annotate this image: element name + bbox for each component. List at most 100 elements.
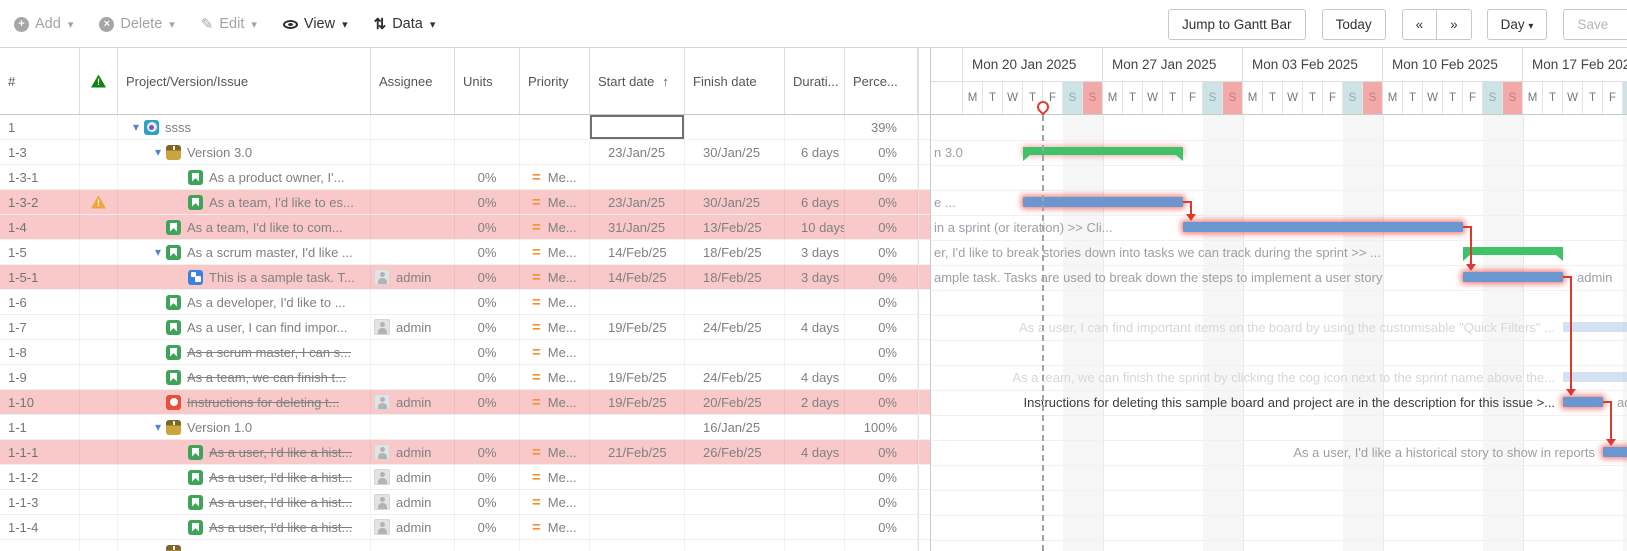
cell-issue[interactable]: As a user, I'd like a hist... bbox=[118, 465, 371, 489]
column-header-warn[interactable]: ! bbox=[80, 48, 118, 114]
cell-issue[interactable]: As a user, I'd like a hist... bbox=[118, 515, 371, 539]
cell-start-date[interactable] bbox=[590, 340, 685, 364]
gantt-task-bar[interactable] bbox=[1023, 197, 1183, 207]
cell-row-number[interactable]: 1-9 bbox=[0, 365, 80, 389]
cell-duration[interactable] bbox=[785, 290, 845, 314]
table-row-1-7[interactable]: 1-7As a user, I can find impor...admin0%… bbox=[0, 315, 930, 340]
cell-duration[interactable]: 3 days bbox=[785, 240, 845, 264]
cell-start-date[interactable] bbox=[590, 115, 685, 139]
cell-units[interactable]: 0% bbox=[455, 465, 520, 489]
cell-row-number[interactable]: 1-1-3 bbox=[0, 490, 80, 514]
cell-warning[interactable] bbox=[80, 165, 118, 189]
cell-units[interactable]: 0% bbox=[455, 165, 520, 189]
cell-warning[interactable] bbox=[80, 540, 118, 551]
cell-issue[interactable]: ▾Version 3.0 bbox=[118, 140, 371, 164]
gantt-task-bar[interactable] bbox=[1183, 222, 1463, 232]
column-header-num[interactable]: # bbox=[0, 48, 80, 114]
button--[interactable]: « bbox=[1402, 9, 1438, 40]
cell-duration[interactable]: 6 days bbox=[785, 190, 845, 214]
table-row-1-3-2[interactable]: 1-3-2!As a team, I'd like to es...0%Me..… bbox=[0, 190, 930, 215]
column-header-percent[interactable]: Perce... bbox=[845, 48, 918, 114]
tree-collapse-icon[interactable]: ▾ bbox=[155, 145, 161, 159]
button--[interactable]: » bbox=[1436, 9, 1472, 40]
cell-priority[interactable]: Me... bbox=[520, 465, 590, 489]
cell-duration[interactable]: 4 days bbox=[785, 315, 845, 339]
cell-priority[interactable]: Me... bbox=[520, 190, 590, 214]
cell-units[interactable]: 0% bbox=[455, 315, 520, 339]
cell-issue[interactable]: As a team, I'd like to com... bbox=[118, 215, 371, 239]
cell-percent[interactable]: 0% bbox=[845, 490, 918, 514]
cell-percent[interactable]: 0% bbox=[845, 365, 918, 389]
table-row-1-4[interactable]: 1-4As a team, I'd like to com...0%Me...3… bbox=[0, 215, 930, 240]
cell-row-number[interactable]: 1-3-2 bbox=[0, 190, 80, 214]
gantt-task-bar[interactable] bbox=[1603, 447, 1627, 457]
cell-assignee[interactable] bbox=[371, 140, 455, 164]
table-row-1-3-1[interactable]: 1-3-1As a product owner, I'...0%Me...0% bbox=[0, 165, 930, 190]
cell-percent[interactable]: 0% bbox=[845, 215, 918, 239]
cell-assignee[interactable]: admin bbox=[371, 265, 455, 289]
cell-duration[interactable] bbox=[785, 490, 845, 514]
cell-percent[interactable]: 39% bbox=[845, 115, 918, 139]
cell-duration[interactable]: 4 days bbox=[785, 440, 845, 464]
cell-issue[interactable]: As a user, I'd like a hist... bbox=[118, 490, 371, 514]
cell-finish-date[interactable] bbox=[685, 515, 785, 539]
cell-assignee[interactable] bbox=[371, 190, 455, 214]
cell-finish-date[interactable]: 13/Feb/25 bbox=[685, 215, 785, 239]
cell-warning[interactable] bbox=[80, 315, 118, 339]
table-row-1[interactable]: 1▾ssss39% bbox=[0, 115, 930, 140]
cell-issue[interactable]: As a product owner, I'... bbox=[118, 165, 371, 189]
cell-issue[interactable]: This is a sample task. T... bbox=[118, 265, 371, 289]
table-row-1-1-2[interactable]: 1-1-2As a user, I'd like a hist...admin0… bbox=[0, 465, 930, 490]
cell-units[interactable] bbox=[455, 415, 520, 439]
table-row-1-3[interactable]: 1-3▾Version 3.023/Jan/2530/Jan/256 days0… bbox=[0, 140, 930, 165]
cell-row-number[interactable]: 1-3 bbox=[0, 140, 80, 164]
cell-percent[interactable]: 0% bbox=[845, 165, 918, 189]
cell-assignee[interactable]: admin bbox=[371, 440, 455, 464]
cell-percent[interactable] bbox=[845, 540, 918, 551]
cell-percent[interactable]: 0% bbox=[845, 290, 918, 314]
table-row-partial[interactable] bbox=[0, 540, 930, 551]
table-row-1-1-1[interactable]: 1-1-1As a user, I'd like a hist...admin0… bbox=[0, 440, 930, 465]
cell-finish-date[interactable] bbox=[685, 340, 785, 364]
cell-finish-date[interactable]: 18/Feb/25 bbox=[685, 265, 785, 289]
cell-assignee[interactable] bbox=[371, 215, 455, 239]
cell-duration[interactable] bbox=[785, 340, 845, 364]
cell-issue[interactable]: Instructions for deleting t... bbox=[118, 390, 371, 414]
tree-collapse-icon[interactable]: ▾ bbox=[133, 120, 139, 134]
cell-start-date[interactable]: 19/Feb/25 bbox=[590, 390, 685, 414]
cell-row-number[interactable]: 1-1-4 bbox=[0, 515, 80, 539]
cell-warning[interactable] bbox=[80, 465, 118, 489]
cell-warning[interactable] bbox=[80, 290, 118, 314]
cell-start-date[interactable]: 14/Feb/25 bbox=[590, 240, 685, 264]
cell-start-date[interactable]: 14/Feb/25 bbox=[590, 265, 685, 289]
gantt-task-bar[interactable] bbox=[1563, 397, 1603, 407]
table-row-1-1-3[interactable]: 1-1-3As a user, I'd like a hist...admin0… bbox=[0, 490, 930, 515]
cell-units[interactable]: 0% bbox=[455, 365, 520, 389]
cell-warning[interactable] bbox=[80, 515, 118, 539]
cell-units[interactable]: 0% bbox=[455, 190, 520, 214]
cell-priority[interactable]: Me... bbox=[520, 515, 590, 539]
cell-duration[interactable]: 2 days bbox=[785, 390, 845, 414]
toolbar-button-view[interactable]: View▾ bbox=[283, 16, 348, 32]
cell-start-date[interactable]: 23/Jan/25 bbox=[590, 190, 685, 214]
cell-warning[interactable] bbox=[80, 215, 118, 239]
cell-warning[interactable] bbox=[80, 265, 118, 289]
cell-start-date[interactable] bbox=[590, 465, 685, 489]
cell-duration[interactable]: 10 days bbox=[785, 215, 845, 239]
cell-units[interactable] bbox=[455, 540, 520, 551]
cell-finish-date[interactable] bbox=[685, 465, 785, 489]
cell-duration[interactable]: 6 days bbox=[785, 140, 845, 164]
cell-duration[interactable] bbox=[785, 165, 845, 189]
cell-start-date[interactable]: 23/Jan/25 bbox=[590, 140, 685, 164]
cell-warning[interactable] bbox=[80, 240, 118, 264]
cell-row-number[interactable]: 1-5-1 bbox=[0, 265, 80, 289]
cell-priority[interactable]: Me... bbox=[520, 165, 590, 189]
cell-assignee[interactable]: admin bbox=[371, 465, 455, 489]
cell-issue[interactable]: As a developer, I'd like to ... bbox=[118, 290, 371, 314]
gantt-task-bar[interactable] bbox=[1563, 372, 1627, 382]
cell-finish-date[interactable]: 26/Feb/25 bbox=[685, 440, 785, 464]
cell-duration[interactable] bbox=[785, 115, 845, 139]
toolbar-button-edit[interactable]: ✎Edit▾ bbox=[201, 15, 257, 33]
column-header-units[interactable]: Units bbox=[455, 48, 520, 114]
cell-priority[interactable] bbox=[520, 540, 590, 551]
